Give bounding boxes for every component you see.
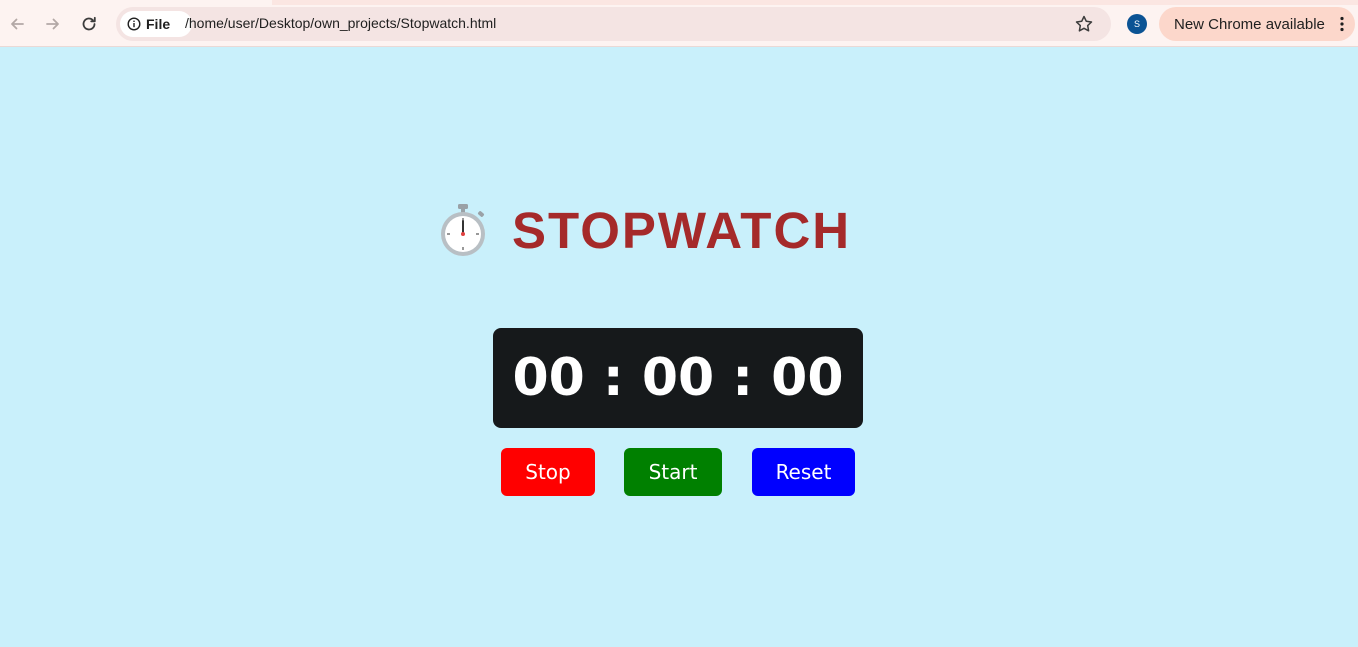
- tab-strip-edge: [0, 0, 1358, 5]
- back-button[interactable]: [2, 9, 32, 39]
- update-chrome-button[interactable]: New Chrome available: [1159, 7, 1355, 41]
- address-bar[interactable]: File /home/user/Desktop/own_projects/Sto…: [116, 7, 1111, 41]
- time-readout: 00 : 00 : 00: [512, 348, 844, 408]
- info-icon: [127, 17, 141, 31]
- page-title: STOPWATCH: [512, 201, 852, 259]
- kebab-menu-icon: [1340, 16, 1344, 32]
- star-icon[interactable]: [1074, 14, 1094, 34]
- update-label: New Chrome available: [1174, 15, 1325, 33]
- stop-button[interactable]: Stop: [501, 448, 595, 496]
- address-chip-label: File: [146, 16, 171, 32]
- reload-icon: [82, 16, 96, 31]
- url-text[interactable]: /home/user/Desktop/own_projects/Stopwatc…: [185, 15, 496, 31]
- forward-button[interactable]: [38, 9, 68, 39]
- profile-avatar[interactable]: S: [1127, 14, 1147, 34]
- reset-button[interactable]: Reset: [752, 448, 855, 496]
- page-heading: STOPWATCH: [434, 200, 851, 260]
- reload-button[interactable]: [74, 9, 104, 39]
- browser-toolbar: File /home/user/Desktop/own_projects/Sto…: [0, 0, 1358, 47]
- stopwatch-icon: [441, 204, 485, 256]
- arrow-right-icon: [46, 18, 59, 30]
- arrow-left-icon: [11, 18, 24, 30]
- site-info-chip[interactable]: File: [120, 11, 192, 37]
- time-display: 00 : 00 : 00: [493, 328, 863, 428]
- start-button[interactable]: Start: [624, 448, 722, 496]
